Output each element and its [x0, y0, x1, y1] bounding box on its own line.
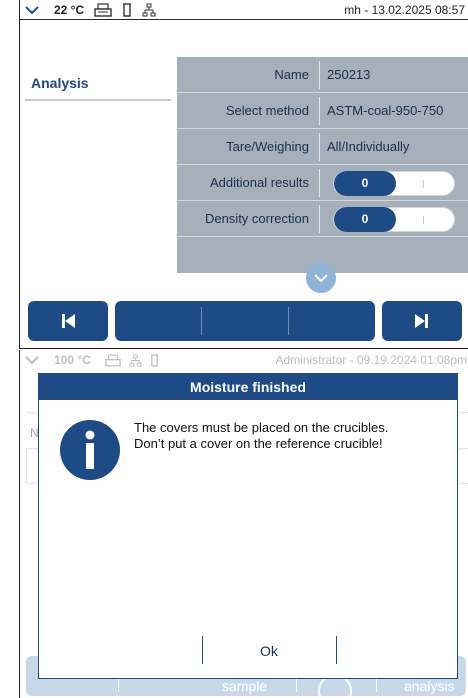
row-density-correction: Density correction 0 — [177, 201, 468, 237]
message-line-2: Don’t put a cover on the reference cruci… — [134, 436, 383, 451]
row-value: All/Individually — [327, 139, 410, 154]
chevron-down-icon[interactable] — [20, 350, 44, 370]
dialog-title: Moisture finished — [39, 374, 457, 400]
balance-icon — [105, 354, 121, 367]
row-select-method[interactable]: Select method ASTM-coal-950-750 — [177, 93, 468, 129]
divider — [118, 678, 119, 692]
temperature-readout: 22 °C — [54, 2, 85, 17]
row-label: Density correction — [204, 211, 309, 226]
background-analysis-label: analysis — [404, 678, 455, 694]
toggle-on-mark — [423, 216, 424, 224]
chevron-down-icon — [314, 273, 328, 282]
row-additional-results: Additional results 0 — [177, 165, 468, 201]
info-icon — [60, 420, 120, 485]
analysis-section-label: Analysis — [25, 69, 171, 101]
navigation-bar — [28, 301, 462, 341]
chevron-down-icon[interactable] — [20, 0, 44, 20]
nav-middle-bar — [115, 301, 375, 341]
toggle-knob: 0 — [334, 207, 396, 232]
crucible-icon — [122, 2, 132, 18]
row-name[interactable]: Name 250213 — [177, 57, 468, 93]
divider — [319, 169, 320, 197]
row-label: Additional results — [210, 175, 309, 190]
parameter-grid: Name 250213 Select method ASTM-coal-950-… — [177, 57, 468, 273]
status-bar: 100 °C Administrator - 09.19.2024 01:08p… — [20, 350, 468, 370]
moisture-finished-dialog: Moisture finished The covers must be pla… — [38, 373, 458, 679]
last-button[interactable] — [382, 301, 462, 341]
row-label: Name — [274, 67, 309, 82]
row-label: Tare/Weighing — [226, 139, 309, 154]
background-sample-label: sample — [222, 678, 268, 694]
divider — [319, 61, 320, 89]
toggle-on-mark — [423, 180, 424, 188]
dialog-message: The covers must be placed on the crucibl… — [134, 420, 449, 452]
ok-button[interactable]: Ok — [202, 638, 336, 664]
crucible-icon — [150, 353, 159, 368]
analysis-screen: 22 °C mh - 13.02.2025 08:57 Analysis Nam… — [19, 0, 468, 349]
status-bar: 22 °C mh - 13.02.2025 08:57 — [20, 0, 468, 20]
row-value: 250213 — [327, 67, 371, 82]
balance-icon — [94, 2, 112, 17]
row-label: Select method — [225, 103, 309, 118]
row-tare-weighing[interactable]: Tare/Weighing All/Individually — [177, 129, 468, 165]
row-value: ASTM-coal-950-750 — [327, 103, 444, 118]
moisture-dialog-screen: 100 °C Administrator - 09.19.2024 01:08p… — [19, 350, 468, 698]
first-button[interactable] — [28, 301, 108, 341]
user-date-label: Administrator - 09.19.2024 01:08pm — [275, 353, 467, 367]
skip-back-icon — [62, 314, 75, 328]
divider — [376, 678, 377, 692]
expand-down-button[interactable] — [306, 263, 336, 293]
user-date-label: mh - 13.02.2025 08:57 — [344, 2, 465, 17]
divider — [336, 636, 337, 664]
toggle-knob: 0 — [334, 171, 396, 196]
divider — [319, 205, 320, 233]
skip-forward-icon — [415, 314, 428, 328]
additional-results-toggle[interactable]: 0 — [333, 171, 455, 196]
divider — [201, 307, 202, 335]
divider — [288, 307, 289, 335]
network-icon — [142, 3, 156, 17]
divider — [296, 678, 297, 692]
divider — [319, 97, 320, 125]
network-icon — [129, 353, 142, 367]
message-line-1: The covers must be placed on the crucibl… — [134, 420, 389, 435]
divider — [319, 133, 320, 161]
temperature-readout: 100 °C — [54, 353, 91, 367]
density-correction-toggle[interactable]: 0 — [333, 207, 455, 232]
